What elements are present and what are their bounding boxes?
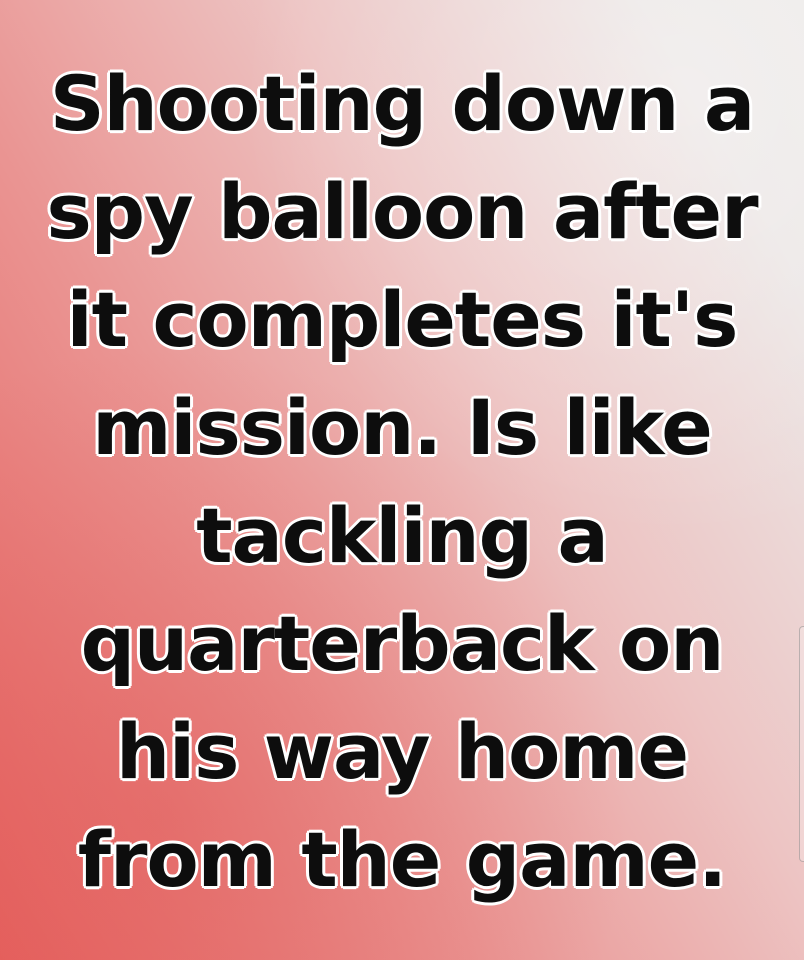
meme-line-7: his way home	[115, 707, 689, 796]
meme-line-4: mission. Is like	[92, 383, 713, 472]
meme-line-5: tackling a	[196, 491, 609, 580]
meme-line-6: quarterback on	[80, 599, 725, 688]
meme-card: Shooting down a spy balloon after it com…	[0, 0, 804, 960]
meme-line-1: Shooting down a	[49, 59, 755, 148]
meme-caption: Shooting down a spy balloon after it com…	[0, 50, 804, 914]
edge-scroll-handle[interactable]	[799, 626, 804, 862]
meme-line-2: spy balloon after	[46, 167, 758, 256]
meme-line-8: from the game.	[77, 815, 727, 904]
meme-line-3: it completes it's	[66, 275, 739, 364]
